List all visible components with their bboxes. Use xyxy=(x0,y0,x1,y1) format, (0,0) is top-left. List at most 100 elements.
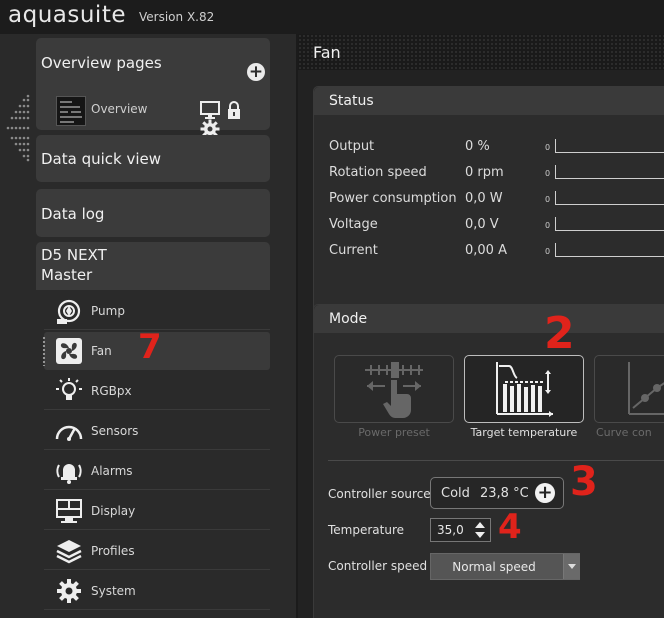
sidebar-item-label: Sensors xyxy=(91,424,139,438)
status-bar xyxy=(555,191,664,205)
status-value: 0,00 A xyxy=(465,243,507,258)
sidebar-item-label: Profiles xyxy=(91,544,135,558)
status-row-voltage: Voltage 0,0 V 0 xyxy=(329,217,664,237)
collapse-sidebar-icon[interactable] xyxy=(4,92,32,164)
sidebar-item-label: Pump xyxy=(91,304,125,318)
sidebar-item-sensors[interactable]: Sensors xyxy=(44,412,270,450)
main-content: Fan Status Output 0 % 0 Rotation speed 0… xyxy=(298,34,664,618)
status-label: Current xyxy=(329,243,378,258)
status-value: 0,0 V xyxy=(465,217,499,232)
target-temperature-icon xyxy=(496,362,553,417)
annotation-marker: 4 xyxy=(498,507,522,547)
mode-label-curve-controller: Curve con xyxy=(596,426,652,439)
status-label: Voltage xyxy=(329,217,378,232)
add-source-plus-icon[interactable]: + xyxy=(535,483,555,503)
temperature-label: Temperature xyxy=(328,523,405,537)
data-log-card[interactable]: Data log xyxy=(36,189,270,237)
sidebar-item-display[interactable]: Display xyxy=(44,492,270,530)
status-bar xyxy=(555,243,664,257)
data-log-label: Data log xyxy=(41,205,105,223)
data-quick-view-label: Data quick view xyxy=(41,150,162,168)
chevron-down-icon[interactable] xyxy=(563,554,580,579)
status-label: Output xyxy=(329,139,375,154)
controller-source-label: Controller source xyxy=(328,487,431,501)
mode-target-temperature-button[interactable] xyxy=(464,355,584,423)
status-value: 0 % xyxy=(465,139,490,154)
layers-icon xyxy=(56,540,82,564)
mode-divider xyxy=(328,460,664,461)
mode-label-target-temperature: Target temperature xyxy=(470,426,578,439)
sidebar-item-profiles[interactable]: Profiles xyxy=(44,532,270,570)
mode-curve-controller-button[interactable] xyxy=(594,355,664,423)
status-value: 0 rpm xyxy=(465,165,504,180)
status-row-output: Output 0 % 0 xyxy=(329,139,664,159)
bar-zero-label: 0 xyxy=(545,169,551,178)
sidebar-item-pump[interactable]: Pump xyxy=(44,292,270,330)
mode-label-power-preset: Power preset xyxy=(358,426,430,439)
spin-arrows-icon[interactable] xyxy=(473,521,487,539)
status-row-current: Current 0,00 A 0 xyxy=(329,243,664,263)
slider-hand-icon xyxy=(365,362,423,418)
controller-speed-label: Controller speed xyxy=(328,559,428,573)
overview-item-label: Overview xyxy=(91,102,148,116)
sidebar-item-label: RGBpx xyxy=(91,384,132,398)
app-title: aquasuite xyxy=(8,2,126,28)
status-value: 0,0 W xyxy=(465,191,503,206)
monitor-icon[interactable] xyxy=(200,100,220,119)
lock-icon[interactable] xyxy=(227,100,241,119)
sidebar-item-rgbpx[interactable]: RGBpx xyxy=(44,372,270,410)
status-panel-title: Status xyxy=(314,87,664,115)
sidebar-item-label: Display xyxy=(91,504,136,518)
device-card-d5-next[interactable]: D5 NEXT Master xyxy=(36,242,270,290)
sidebar-item-alarms[interactable]: Alarms xyxy=(44,452,270,490)
source-sensor-name: Cold xyxy=(441,486,470,501)
curve-chart-icon xyxy=(628,362,664,415)
bar-zero-label: 0 xyxy=(545,221,551,230)
mode-power-preset-button[interactable] xyxy=(334,355,454,423)
sidebar-item-overview[interactable]: Overview xyxy=(56,94,268,138)
lightbulb-icon xyxy=(56,378,82,400)
status-label: Power consumption xyxy=(329,191,457,206)
status-bar xyxy=(555,217,664,231)
app-version: Version X.82 xyxy=(139,10,215,24)
bar-zero-label: 0 xyxy=(545,247,551,256)
overview-thumbnail-icon xyxy=(56,96,86,126)
status-bar xyxy=(555,165,664,179)
annotation-marker: 3 xyxy=(570,459,598,505)
mode-panel-title: Mode xyxy=(314,305,664,333)
pump-icon xyxy=(57,299,81,324)
temperature-value: 35,0 xyxy=(437,523,464,537)
status-bar xyxy=(555,139,664,153)
bar-zero-label: 0 xyxy=(545,195,551,204)
page-title: Fan xyxy=(313,43,341,62)
bar-zero-label: 0 xyxy=(545,143,551,152)
display-icon xyxy=(56,499,82,523)
sidebar-item-label: System xyxy=(91,584,136,598)
overview-pages-label: Overview pages xyxy=(41,54,162,72)
status-row-rotation-speed: Rotation speed 0 rpm 0 xyxy=(329,165,664,185)
plus-circle-icon[interactable]: + xyxy=(247,63,265,81)
gear-icon xyxy=(57,579,81,603)
controller-speed-value: Normal speed xyxy=(452,560,536,574)
annotation-marker: 2 xyxy=(544,308,575,359)
temperature-spinbox[interactable]: 35,0 xyxy=(430,518,491,542)
status-panel: Status Output 0 % 0 Rotation speed 0 rpm… xyxy=(313,86,664,322)
controller-speed-select[interactable]: Normal speed xyxy=(430,553,580,580)
source-sensor-value: 23,8 °C xyxy=(480,486,529,501)
controller-source-field[interactable]: Cold 23,8 °C + xyxy=(430,477,564,509)
status-label: Rotation speed xyxy=(329,165,427,180)
overview-item-actions xyxy=(200,100,268,138)
annotation-marker: 7 xyxy=(138,327,162,367)
alarm-bell-icon xyxy=(56,464,82,484)
data-quick-view-card[interactable]: Data quick view xyxy=(36,135,270,182)
active-indicator xyxy=(42,336,46,366)
fan-icon xyxy=(56,338,82,364)
aquasuite-window: aquasuite Version X.82 Overview pages + xyxy=(0,0,664,618)
mode-panel: Mode Power preset Target temperature Cur… xyxy=(313,304,664,618)
overview-pages-card[interactable]: Overview pages + Overview xyxy=(36,38,270,138)
sidebar-item-system[interactable]: System xyxy=(44,572,270,610)
device-name: D5 NEXT xyxy=(41,246,107,264)
status-row-power-consumption: Power consumption 0,0 W 0 xyxy=(329,191,664,211)
page-header: Fan xyxy=(298,34,664,70)
device-role: Master xyxy=(41,266,93,284)
